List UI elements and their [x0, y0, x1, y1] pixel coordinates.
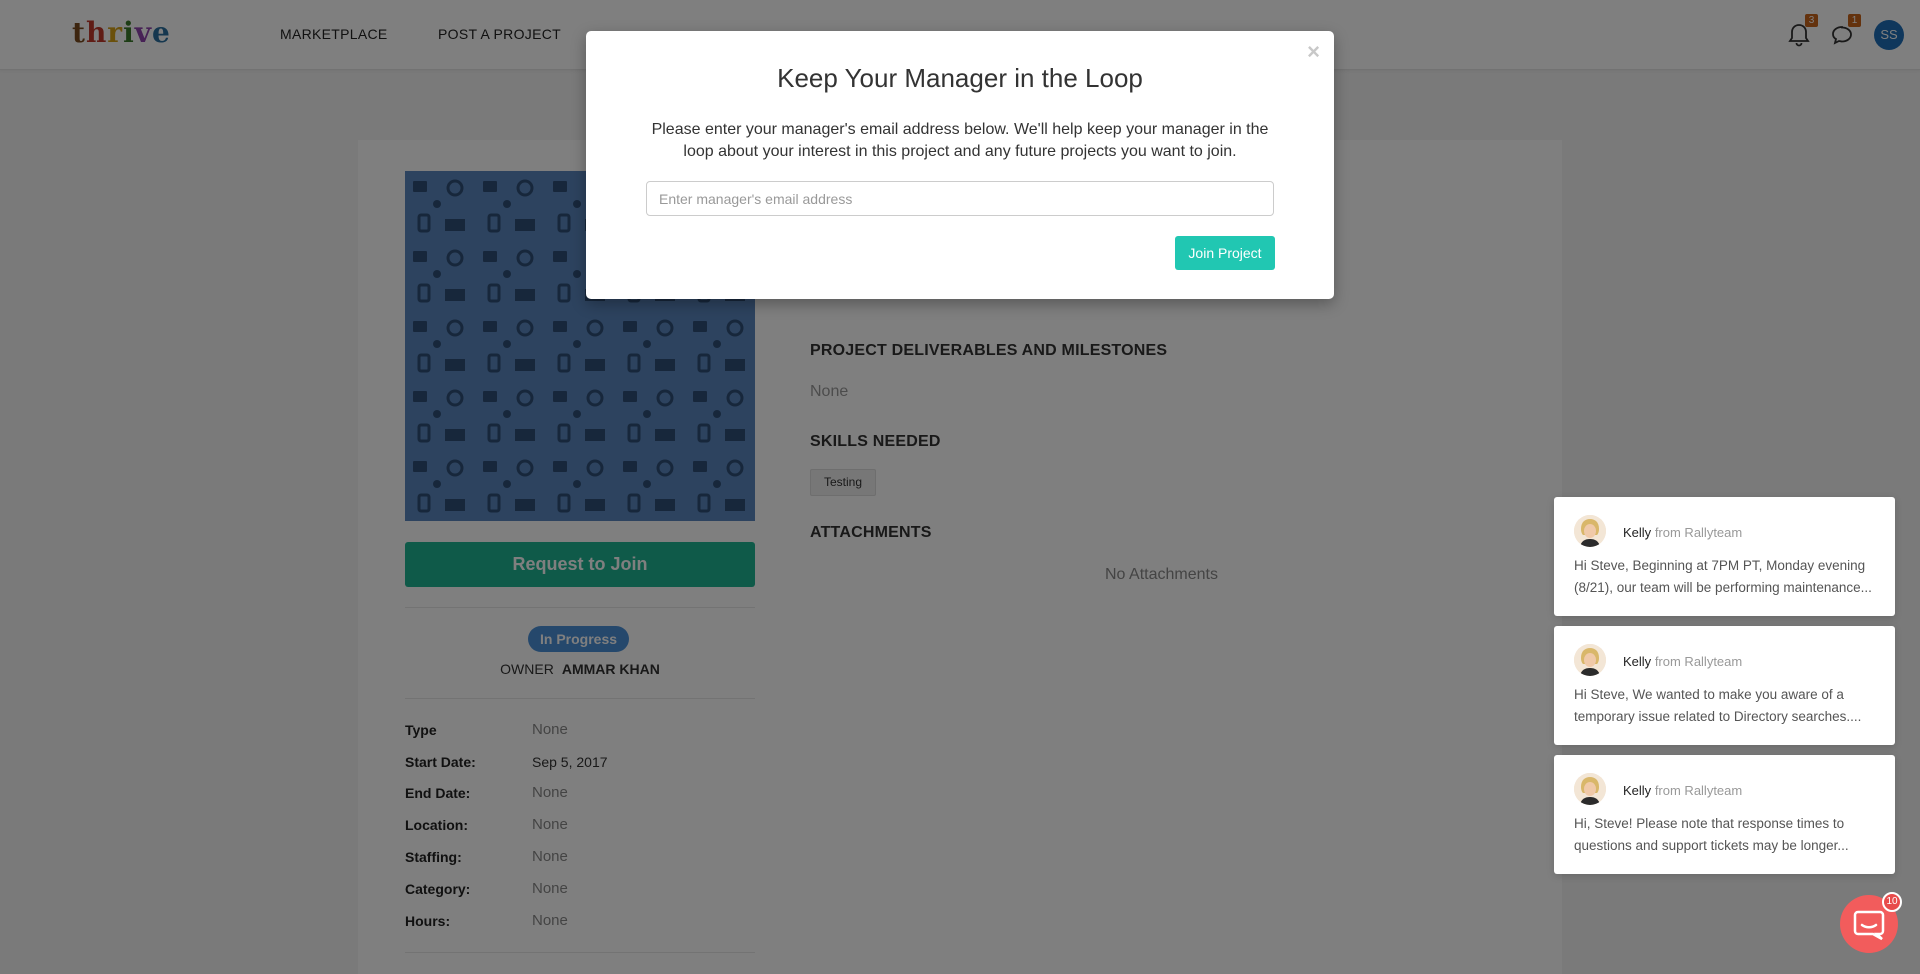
chat-message-text: Hi, Steve! Please note that response tim… [1574, 816, 1849, 853]
chat-unread-badge: 10 [1882, 892, 1902, 912]
chat-message-card[interactable]: Kelly from Rallyteam Hi Steve, We wanted… [1554, 626, 1895, 745]
modal-description: Please enter your manager's email addres… [651, 121, 1269, 160]
kelly-avatar [1574, 644, 1606, 676]
chat-sender: Kelly from Rallyteam [1623, 783, 1743, 798]
chat-message-text: Hi Steve, Beginning at 7PM PT, Monday ev… [1574, 558, 1872, 595]
manager-email-input[interactable] [646, 181, 1274, 216]
kelly-avatar [1574, 515, 1606, 547]
chat-sender: Kelly from Rallyteam [1623, 525, 1743, 540]
manager-email-modal: × Keep Your Manager in the Loop Please e… [586, 31, 1334, 299]
modal-title: Keep Your Manager in the Loop [777, 63, 1143, 93]
chat-message-card[interactable]: Kelly from Rallyteam Hi Steve, Beginning… [1554, 497, 1895, 616]
chat-message-card[interactable]: Kelly from Rallyteam Hi, Steve! Please n… [1554, 755, 1895, 874]
join-project-button[interactable]: Join Project [1175, 236, 1275, 270]
chat-sender: Kelly from Rallyteam [1623, 654, 1743, 669]
kelly-avatar [1574, 773, 1606, 805]
close-icon[interactable]: × [1307, 41, 1320, 63]
chat-message-text: Hi Steve, We wanted to make you aware of… [1574, 687, 1862, 724]
